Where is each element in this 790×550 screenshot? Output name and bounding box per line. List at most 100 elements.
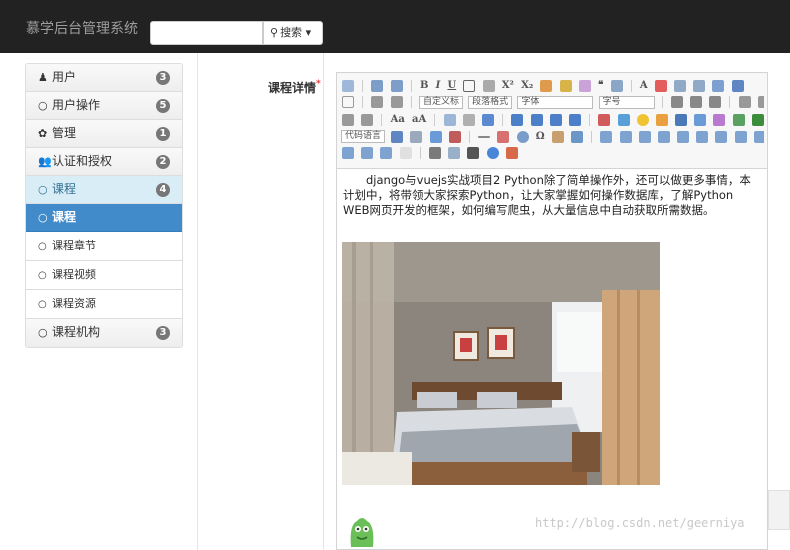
- map-icon[interactable]: [732, 113, 745, 126]
- html-source-icon[interactable]: [342, 79, 354, 92]
- unlink-icon[interactable]: [462, 113, 475, 126]
- delete-col-icon[interactable]: [715, 130, 728, 143]
- editor-content[interactable]: django与vuejs实战项目2 Python除了简单操作外，还可以做更多事情…: [337, 169, 767, 222]
- redo-icon[interactable]: [390, 79, 403, 92]
- link-icon[interactable]: [443, 113, 456, 126]
- auto-typeset-icon[interactable]: [578, 79, 591, 92]
- scrawl-icon[interactable]: [655, 113, 668, 126]
- font-color-icon[interactable]: A: [640, 77, 648, 94]
- chevron-down-icon: ▾: [305, 26, 312, 39]
- insert-table-icon[interactable]: [600, 130, 613, 143]
- bold-icon[interactable]: B: [420, 77, 428, 94]
- insert-paragraph-before-table-icon[interactable]: [638, 130, 651, 143]
- time-icon[interactable]: [516, 130, 529, 143]
- background-icon[interactable]: [410, 130, 423, 143]
- page-break-icon[interactable]: [391, 130, 404, 143]
- template-icon[interactable]: [429, 130, 442, 143]
- italic-icon[interactable]: I: [436, 77, 441, 94]
- eraser-icon[interactable]: [540, 79, 553, 92]
- indent-icon[interactable]: [709, 96, 722, 108]
- row-spacing-bottom-icon[interactable]: [371, 96, 384, 108]
- insert-video-icon[interactable]: [675, 113, 688, 126]
- delete-row-icon[interactable]: [677, 130, 690, 143]
- print-icon[interactable]: [428, 147, 441, 159]
- snapscreen-icon[interactable]: [551, 130, 564, 143]
- ordered-list-icon[interactable]: [674, 79, 687, 92]
- horizontal-rule-icon[interactable]: [478, 135, 491, 138]
- format-brush-icon[interactable]: [559, 79, 572, 92]
- delete-table-icon[interactable]: [619, 130, 632, 143]
- lowercase-icon[interactable]: aA: [412, 111, 426, 128]
- search-button[interactable]: ⚲ 搜索 ▾: [263, 21, 323, 45]
- image-none-icon[interactable]: [511, 113, 524, 126]
- font-size-dropdown[interactable]: 字号: [598, 95, 655, 109]
- toolbar-row: Aa aA: [340, 111, 764, 128]
- date-icon[interactable]: [497, 130, 510, 143]
- sidebar-item-user[interactable]: ♟ 用户 3: [26, 64, 182, 92]
- help-icon[interactable]: [486, 147, 499, 159]
- select-all-icon[interactable]: [712, 79, 725, 92]
- sidebar-item-course-org[interactable]: ○ 课程机构 3: [26, 319, 182, 347]
- insert-col-icon[interactable]: [696, 130, 709, 143]
- unordered-list-icon[interactable]: [693, 79, 706, 92]
- sidebar-item-course-video[interactable]: ○ 课程视频: [26, 261, 182, 290]
- paragraph-format-dropdown[interactable]: 段落格式: [468, 95, 513, 109]
- uppercase-icon[interactable]: Aa: [391, 111, 405, 128]
- sidebar-item-auth[interactable]: 👥认证和授权 2: [26, 148, 182, 176]
- insert-row-icon[interactable]: [657, 130, 670, 143]
- font-border-icon[interactable]: [463, 79, 476, 92]
- sidebar-item-course-resource[interactable]: ○ 课程资源: [26, 290, 182, 319]
- app-brand[interactable]: 慕学后台管理系统: [26, 18, 138, 38]
- gmap-icon[interactable]: [751, 113, 764, 126]
- rtl-icon[interactable]: [690, 96, 703, 108]
- split-to-rows-icon[interactable]: [380, 147, 393, 159]
- search-input[interactable]: [150, 21, 263, 45]
- sidebar-item-course-chapter[interactable]: ○ 课程章节: [26, 232, 182, 261]
- ltr-icon[interactable]: [670, 96, 683, 108]
- custom-title-dropdown[interactable]: 自定义标: [418, 95, 463, 109]
- music-icon[interactable]: [694, 113, 707, 126]
- webapp-icon[interactable]: [448, 130, 461, 143]
- merge-right-icon[interactable]: [753, 130, 764, 143]
- image-left-icon[interactable]: [530, 113, 543, 126]
- superscript-icon[interactable]: X²: [502, 77, 514, 94]
- subscript-icon[interactable]: X₂: [521, 77, 533, 94]
- image-center-icon[interactable]: [568, 113, 581, 126]
- merge-cells-icon[interactable]: [734, 130, 747, 143]
- line-height-icon[interactable]: [390, 96, 403, 108]
- split-to-cols-icon[interactable]: [399, 147, 412, 159]
- anchor-icon[interactable]: [482, 113, 494, 126]
- row-spacing-top-icon[interactable]: [342, 96, 354, 108]
- draft-icon[interactable]: [505, 147, 518, 159]
- search-replace-icon[interactable]: [467, 147, 480, 159]
- clear-doc-icon[interactable]: [731, 79, 744, 92]
- sidebar-item-course-group[interactable]: ○ 课程 4: [26, 176, 182, 204]
- merge-down-icon[interactable]: [342, 147, 354, 159]
- image-right-icon[interactable]: [549, 113, 562, 126]
- attachment-icon[interactable]: [713, 113, 726, 126]
- blockquote-icon[interactable]: ❝: [598, 77, 603, 94]
- sidebar-item-course-active[interactable]: ○ 课程: [26, 204, 182, 232]
- special-chars-icon[interactable]: Ω: [536, 128, 545, 145]
- sidebar-item-manage[interactable]: ✿ 管理 1: [26, 120, 182, 148]
- highlight-icon[interactable]: [654, 79, 667, 92]
- preview-icon[interactable]: [448, 147, 461, 159]
- insert-image-icon[interactable]: [617, 113, 630, 126]
- align-center-icon[interactable]: [757, 96, 764, 108]
- align-justify-icon[interactable]: [361, 113, 374, 126]
- undo-icon[interactable]: [371, 79, 384, 92]
- align-left-icon[interactable]: [738, 96, 751, 108]
- rich-text-editor[interactable]: B I U X² X₂ ❝ A 自定义标 段落格式 字体 字号 Aa aA 代码…: [336, 72, 768, 550]
- underline-icon[interactable]: U: [447, 77, 456, 94]
- strikethrough-icon[interactable]: [482, 79, 495, 92]
- scroll-to-top-button[interactable]: [768, 490, 790, 530]
- simple-upload-icon[interactable]: [598, 113, 611, 126]
- split-to-cells-icon[interactable]: [361, 147, 374, 159]
- sidebar-item-user-ops[interactable]: ○ 用户操作 5: [26, 92, 182, 120]
- code-language-dropdown[interactable]: 代码语言: [341, 130, 386, 143]
- paste-plain-icon[interactable]: [610, 79, 623, 92]
- align-right-icon[interactable]: [342, 113, 354, 126]
- font-family-dropdown[interactable]: 字体: [517, 95, 594, 109]
- word-image-icon[interactable]: [570, 130, 583, 143]
- emotion-icon[interactable]: [636, 113, 649, 126]
